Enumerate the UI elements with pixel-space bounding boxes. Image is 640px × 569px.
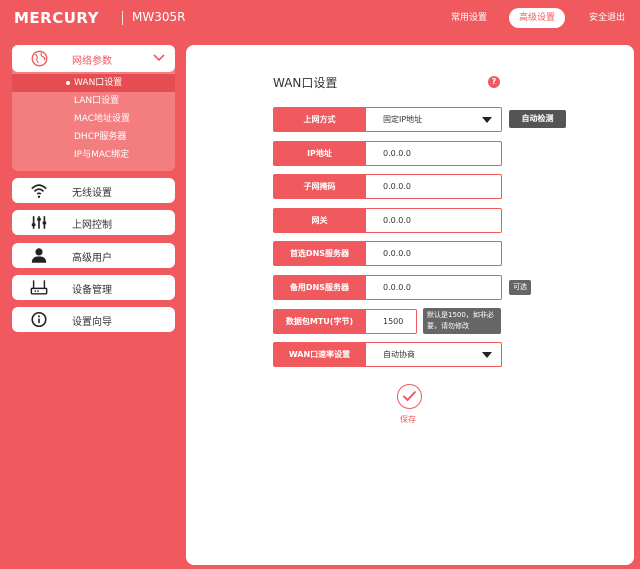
router-icon (30, 280, 48, 295)
sidebar-item-label: 网络参数 (72, 56, 112, 67)
active-dot (66, 81, 70, 85)
sidebar-item-setup-wizard[interactable]: 设置向导 (12, 307, 175, 332)
check-icon (402, 390, 417, 402)
brand-logo: MERCURY (14, 9, 100, 27)
sidebar-sub-mac[interactable]: MAC地址设置 (12, 110, 175, 128)
select-value: 自动协商 (383, 350, 415, 359)
sidebar-item-network-params[interactable]: 网络参数 (12, 45, 175, 72)
field-label: WAN口速率设置 (273, 342, 366, 367)
model-name: MW305R (132, 10, 186, 24)
mtu-hint: 默认是1500，如非必要，请勿修改 (423, 308, 501, 334)
sidebar-sub-ipmac[interactable]: IP与MAC绑定 (12, 146, 175, 164)
sidebar-item-wireless[interactable]: 无线设置 (12, 178, 175, 203)
field-label: 备用DNS服务器 (273, 275, 366, 300)
wifi-icon (31, 184, 47, 198)
field-label: 子网掩码 (273, 174, 366, 199)
sidebar-item-label: 无线设置 (72, 188, 112, 199)
globe-icon (31, 50, 48, 67)
nav-advanced-settings[interactable]: 高级设置 (509, 8, 565, 28)
auto-detect-button[interactable]: 自动检测 (509, 110, 566, 128)
sidebar-sub-dhcp[interactable]: DHCP服务器 (12, 128, 175, 146)
select-value: 固定IP地址 (383, 115, 423, 124)
subnet-mask-input[interactable]: 0.0.0.0 (366, 174, 502, 199)
ip-address-input[interactable]: 0.0.0.0 (366, 141, 502, 166)
info-icon (31, 311, 47, 328)
sidebar-item-label: 设置向导 (72, 317, 112, 328)
header: MERCURY MW305R 常用设置 高级设置 安全退出 (0, 0, 640, 36)
gateway-input[interactable]: 0.0.0.0 (366, 208, 502, 233)
sidebar-item-advanced-user[interactable]: 高级用户 (12, 243, 175, 268)
field-label: IP地址 (273, 141, 366, 166)
sidebar-item-label: 设备管理 (72, 285, 112, 296)
dropdown-arrow-icon (482, 352, 492, 358)
nav-logout[interactable]: 安全退出 (582, 8, 632, 28)
nav-common-settings[interactable]: 常用设置 (446, 8, 492, 28)
sidebar-item-device-management[interactable]: 设备管理 (12, 275, 175, 300)
page-title: WAN口设置 (273, 76, 338, 90)
sidebar-item-label: 高级用户 (72, 253, 112, 264)
save-label[interactable]: 保存 (400, 414, 416, 425)
sidebar-sub-label: WAN口设置 (74, 78, 123, 88)
sidebar-sub-wan[interactable]: WAN口设置 (12, 74, 175, 92)
sidebar-sub-lan[interactable]: LAN口设置 (12, 92, 175, 110)
sliders-icon (31, 216, 47, 229)
field-label: 首选DNS服务器 (273, 241, 366, 266)
chevron-down-icon (153, 54, 165, 62)
user-icon (31, 248, 47, 263)
wan-speed-select[interactable]: 自动协商 (366, 342, 502, 367)
mtu-input[interactable]: 1500 (366, 309, 417, 334)
field-label: 数据包MTU(字节) (273, 309, 366, 334)
help-icon[interactable]: ? (488, 76, 500, 88)
conn-type-select[interactable]: 固定IP地址 (366, 107, 502, 132)
sidebar-item-label: 上网控制 (72, 220, 112, 231)
primary-dns-input[interactable]: 0.0.0.0 (366, 241, 502, 266)
sidebar-item-access-control[interactable]: 上网控制 (12, 210, 175, 235)
dropdown-arrow-icon (482, 117, 492, 123)
secondary-dns-input[interactable]: 0.0.0.0 (366, 275, 502, 300)
field-label: 网关 (273, 208, 366, 233)
field-label: 上网方式 (273, 107, 366, 132)
optional-badge: 可选 (509, 280, 531, 295)
logo-divider (122, 11, 123, 25)
save-button[interactable] (397, 384, 422, 409)
